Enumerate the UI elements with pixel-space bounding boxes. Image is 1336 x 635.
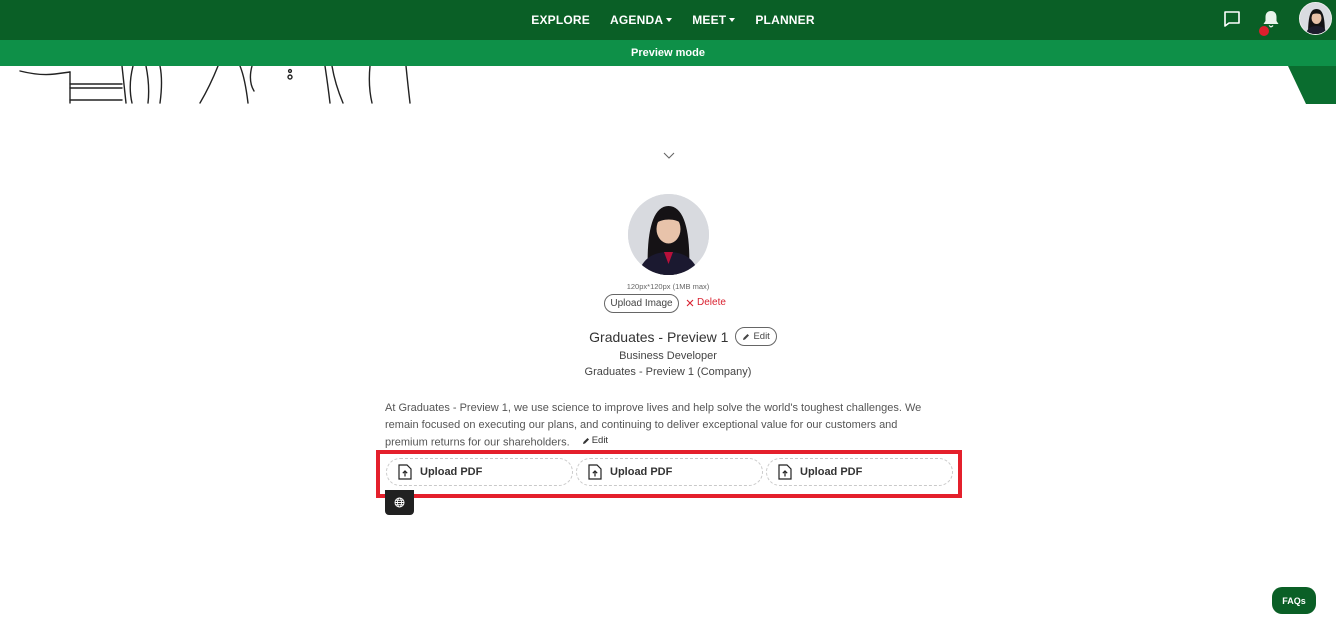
upload-pdf-button-2[interactable]: Upload PDF	[576, 458, 763, 486]
website-button[interactable]	[385, 490, 414, 515]
notification-badge	[1257, 24, 1271, 38]
nav-explore[interactable]: EXPLORE	[531, 13, 590, 27]
chat-icon[interactable]	[1222, 9, 1242, 29]
faqs-button[interactable]: FAQs	[1272, 587, 1316, 614]
nav-planner[interactable]: PLANNER	[755, 13, 814, 27]
profile-name-row: Graduates - Preview 1 Edit	[0, 327, 1336, 346]
job-title: Business Developer	[619, 350, 717, 362]
upload-image-button[interactable]: Upload Image	[604, 294, 679, 313]
preview-mode-label: Preview mode	[631, 47, 705, 59]
image-size-hint: 120px*120px (1MB max)	[626, 282, 710, 291]
edit-bio-button[interactable]: Edit	[582, 433, 608, 450]
caret-down-icon	[666, 18, 673, 22]
nav-agenda[interactable]: AGENDA	[610, 13, 673, 27]
bio-text: At Graduates - Preview 1, we use science…	[385, 402, 922, 449]
upload-pdf-button-3[interactable]: Upload PDF	[766, 458, 953, 486]
pencil-icon	[582, 438, 589, 445]
profile-name: Graduates - Preview 1	[589, 328, 729, 345]
file-upload-icon	[398, 464, 412, 480]
company-name: Graduates - Preview 1 (Company)	[584, 366, 752, 378]
edit-name-button[interactable]: Edit	[735, 327, 777, 346]
profile-bio: At Graduates - Preview 1, we use science…	[385, 400, 940, 451]
delete-image-button[interactable]: Delete	[686, 297, 726, 308]
file-upload-icon	[778, 464, 792, 480]
close-icon	[686, 299, 694, 306]
caret-down-icon	[729, 18, 736, 22]
globe-icon	[394, 497, 405, 508]
upload-pdf-button-1[interactable]: Upload PDF	[386, 458, 573, 486]
banner-corner-shape	[1288, 66, 1336, 104]
nav-meet[interactable]: MEET	[692, 13, 736, 27]
top-navbar: EXPLORE AGENDA MEET PLANNER	[0, 0, 1336, 40]
pencil-icon	[743, 333, 750, 340]
profile-photo	[628, 194, 709, 275]
file-upload-icon	[588, 464, 602, 480]
avatar[interactable]	[1299, 2, 1332, 35]
chevron-down-icon[interactable]	[662, 150, 676, 160]
preview-mode-bar: Preview mode	[0, 40, 1336, 66]
profile-photo-image	[628, 194, 709, 275]
banner-illustration	[19, 66, 411, 104]
main-nav: EXPLORE AGENDA MEET PLANNER	[0, 0, 1336, 40]
